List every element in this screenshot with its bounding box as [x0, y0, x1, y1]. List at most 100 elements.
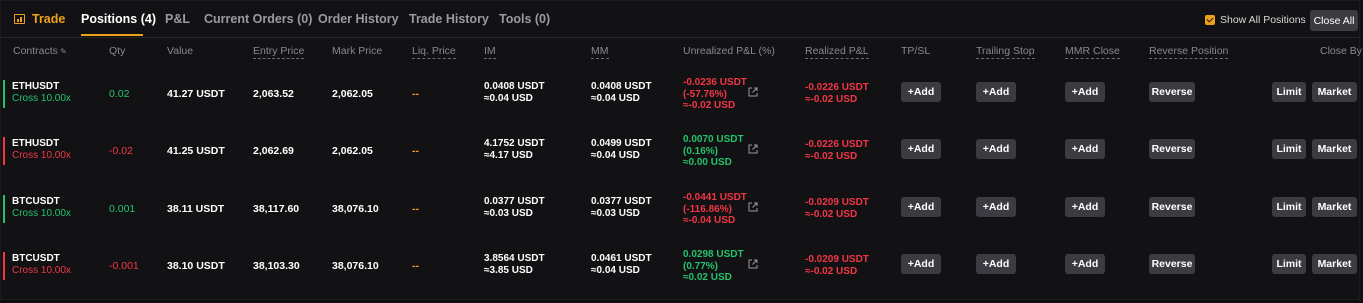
- position-row: BTCUSDT Cross 10.00x -0.001 38.10 USDT 3…: [1, 237, 1361, 295]
- close-limit-button[interactable]: Limit: [1272, 139, 1306, 159]
- tab-tools[interactable]: Tools (0): [499, 12, 550, 26]
- share-pnl-icon[interactable]: [748, 259, 758, 269]
- show-all-positions-checkbox[interactable]: [1205, 15, 1215, 25]
- chart-icon: [14, 14, 25, 24]
- liq-price-value: --: [412, 203, 419, 215]
- position-row: BTCUSDT Cross 10.00x 0.001 38.11 USDT 38…: [1, 180, 1361, 238]
- add-mmr-close-button[interactable]: +Add: [1065, 139, 1105, 159]
- active-tab-indicator: [81, 34, 143, 36]
- close-limit-button[interactable]: Limit: [1272, 254, 1306, 274]
- liq-price-value: --: [412, 88, 419, 100]
- unrealized-pnl-percent: (-116.86%): [683, 203, 732, 215]
- unrealized-pnl-cell: -0.0441 USDT (-116.86%) ≈-0.04 USD: [683, 192, 747, 227]
- realized-pnl-usd: ≈-0.02 USD: [805, 151, 858, 162]
- im-usd: ≈3.85 USD: [484, 265, 533, 276]
- add-trailing-stop-button[interactable]: +Add: [976, 197, 1016, 217]
- unrealized-pnl-usd: ≈-0.02 USD: [683, 100, 736, 111]
- share-pnl-icon[interactable]: [748, 87, 758, 97]
- realized-pnl-cell: -0.0209 USDT ≈-0.02 USD: [805, 254, 869, 278]
- liq-price-value: --: [412, 145, 419, 157]
- mark-price-value: 2,062.05: [332, 145, 373, 157]
- leverage-label: Cross 10.00x: [12, 208, 71, 219]
- entry-price-value: 2,063.52: [253, 88, 294, 100]
- close-market-button[interactable]: Market: [1312, 139, 1357, 159]
- contract-symbol[interactable]: BTCUSDT: [12, 196, 60, 207]
- im-usdt: 4.1752 USDT: [484, 138, 545, 149]
- im-usdt: 0.0408 USDT: [484, 81, 545, 92]
- col-contracts[interactable]: Contracts ✎: [13, 45, 67, 57]
- add-mmr-close-button[interactable]: +Add: [1065, 197, 1105, 217]
- col-im[interactable]: IM: [484, 45, 496, 59]
- contract-symbol[interactable]: ETHUSDT: [12, 81, 59, 92]
- reverse-button[interactable]: Reverse: [1149, 82, 1195, 102]
- mm-cell: 0.0408 USDT ≈0.04 USD: [591, 81, 652, 105]
- col-entry-price[interactable]: Entry Price: [253, 45, 305, 59]
- realized-pnl-cell: -0.0226 USDT ≈-0.02 USD: [805, 82, 869, 106]
- tab-positions[interactable]: Positions (4): [81, 12, 156, 26]
- mm-usdt: 0.0408 USDT: [591, 81, 652, 92]
- tab-bar: Trade Positions (4) P&L Current Orders (…: [1, 1, 1361, 38]
- add-tpsl-button[interactable]: +Add: [901, 254, 941, 274]
- im-cell: 4.1752 USDT ≈4.17 USD: [484, 138, 545, 162]
- tab-trade[interactable]: Trade: [32, 12, 65, 26]
- unrealized-pnl-cell: 0.0070 USDT (0.16%) ≈0.00 USD: [683, 134, 744, 169]
- realized-pnl-usd: ≈-0.02 USD: [805, 266, 858, 277]
- entry-price-value: 38,117.60: [253, 203, 300, 215]
- mm-usd: ≈0.04 USD: [591, 93, 640, 104]
- col-liq-price[interactable]: Liq. Price: [412, 45, 456, 59]
- add-mmr-close-button[interactable]: +Add: [1065, 254, 1105, 274]
- close-limit-button[interactable]: Limit: [1272, 197, 1306, 217]
- realized-pnl-usd: ≈-0.02 USD: [805, 209, 858, 220]
- tab-current-orders[interactable]: Current Orders (0): [204, 12, 312, 26]
- tab-order-history[interactable]: Order History: [318, 12, 399, 26]
- im-cell: 0.0408 USDT ≈0.04 USD: [484, 81, 545, 105]
- add-trailing-stop-button[interactable]: +Add: [976, 254, 1016, 274]
- close-limit-button[interactable]: Limit: [1272, 82, 1306, 102]
- col-mm[interactable]: MM: [591, 45, 609, 59]
- add-mmr-close-button[interactable]: +Add: [1065, 82, 1105, 102]
- close-market-button[interactable]: Market: [1312, 82, 1357, 102]
- unrealized-pnl-usd: ≈-0.04 USD: [683, 215, 736, 226]
- qty-value: 0.001: [109, 203, 136, 215]
- realized-pnl-usd: ≈-0.02 USD: [805, 94, 858, 105]
- add-tpsl-button[interactable]: +Add: [901, 82, 941, 102]
- show-all-positions-label[interactable]: Show All Positions: [1220, 14, 1306, 26]
- add-tpsl-button[interactable]: +Add: [901, 139, 941, 159]
- reverse-button[interactable]: Reverse: [1149, 197, 1195, 217]
- add-trailing-stop-button[interactable]: +Add: [976, 82, 1016, 102]
- unrealized-pnl-cell: -0.0236 USDT (-57.76%) ≈-0.02 USD: [683, 77, 747, 112]
- leverage-label: Cross 10.00x: [12, 265, 71, 276]
- mm-usdt: 0.0499 USDT: [591, 138, 652, 149]
- mm-cell: 0.0461 USDT ≈0.04 USD: [591, 253, 652, 277]
- add-trailing-stop-button[interactable]: +Add: [976, 139, 1016, 159]
- tab-pnl[interactable]: P&L: [165, 12, 190, 26]
- liq-price-value: --: [412, 260, 419, 272]
- reverse-button[interactable]: Reverse: [1149, 254, 1195, 274]
- pin-icon[interactable]: ✎: [60, 47, 67, 56]
- col-mmr-close[interactable]: MMR Close: [1065, 45, 1120, 59]
- leverage-label: Cross 10.00x: [12, 93, 71, 104]
- im-usd: ≈4.17 USD: [484, 150, 533, 161]
- reverse-button[interactable]: Reverse: [1149, 139, 1195, 159]
- contract-symbol[interactable]: ETHUSDT: [12, 138, 59, 149]
- close-all-button[interactable]: Close All: [1310, 10, 1358, 31]
- share-pnl-icon[interactable]: [748, 202, 758, 212]
- col-mark-price: Mark Price: [332, 45, 383, 57]
- close-market-button[interactable]: Market: [1312, 254, 1357, 274]
- position-row: ETHUSDT Cross 10.00x 0.02 41.27 USDT 2,0…: [1, 65, 1361, 123]
- unrealized-pnl-usdt: -0.0236 USDT: [683, 77, 747, 88]
- contract-symbol[interactable]: BTCUSDT: [12, 253, 60, 264]
- value-amount: 41.25 USDT: [167, 145, 225, 157]
- value-amount: 41.27 USDT: [167, 88, 225, 100]
- add-tpsl-button[interactable]: +Add: [901, 197, 941, 217]
- mm-cell: 0.0377 USDT ≈0.03 USD: [591, 196, 652, 220]
- col-realized-pnl[interactable]: Realized P&L: [805, 45, 869, 59]
- col-reverse-position[interactable]: Reverse Position: [1149, 45, 1229, 59]
- share-pnl-icon[interactable]: [748, 144, 758, 154]
- close-market-button[interactable]: Market: [1312, 197, 1357, 217]
- tab-trade-history[interactable]: Trade History: [409, 12, 489, 26]
- col-close-by: Close By: [1320, 45, 1363, 57]
- unrealized-pnl-usdt: 0.0298 USDT: [683, 249, 744, 260]
- unrealized-pnl-cell: 0.0298 USDT (0.77%) ≈0.02 USD: [683, 249, 744, 284]
- col-trailing-stop[interactable]: Trailing Stop: [976, 45, 1035, 59]
